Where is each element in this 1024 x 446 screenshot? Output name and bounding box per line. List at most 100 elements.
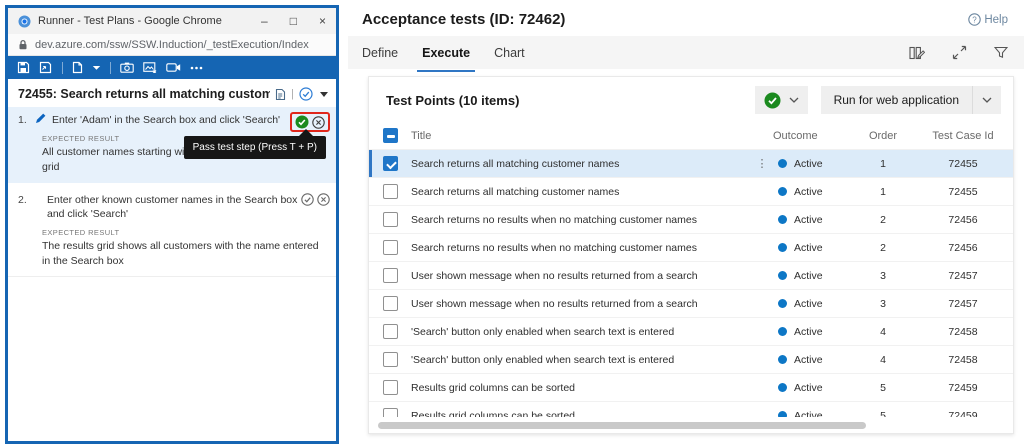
test-case-id-value: 72458	[913, 326, 1013, 338]
row-checkbox[interactable]	[383, 268, 398, 283]
row-title: Search returns all matching customer nam…	[411, 158, 751, 170]
row-checkbox[interactable]	[383, 156, 398, 171]
table-row[interactable]: Search returns all matching customer nam…	[369, 177, 1013, 205]
chrome-logo-icon	[18, 15, 31, 28]
chevron-down-icon[interactable]	[92, 65, 101, 71]
test-case-id-value: 72457	[913, 298, 1013, 310]
pass-step-button[interactable]	[295, 115, 309, 129]
chevron-down-icon	[982, 97, 992, 103]
table-row[interactable]: User shown message when no results retur…	[369, 261, 1013, 289]
lock-icon	[18, 39, 28, 50]
video-icon[interactable]	[166, 63, 181, 72]
horizontal-scrollbar	[369, 417, 1013, 433]
test-case-id-value: 72456	[913, 214, 1013, 226]
row-checkbox[interactable]	[383, 380, 398, 395]
run-options-dropdown[interactable]	[973, 97, 1001, 103]
outcome-label: Active	[794, 186, 823, 198]
svg-text:?: ?	[973, 15, 978, 24]
test-case-id-value: 72455	[913, 186, 1013, 198]
test-case-id-value: 72455	[913, 158, 1013, 170]
order-value: 5	[853, 382, 913, 394]
edit-columns-icon[interactable]	[909, 46, 925, 60]
filter-icon[interactable]	[994, 46, 1008, 59]
row-checkbox[interactable]	[383, 352, 398, 367]
address-bar[interactable]: dev.azure.com/ssw/SSW.Induction/_testExe…	[8, 34, 336, 56]
pass-step-tooltip: Pass test step (Press T + P)	[184, 136, 326, 159]
column-order[interactable]: Order	[853, 130, 913, 142]
expected-result-line: grid	[42, 160, 328, 175]
window-titlebar[interactable]: Runner - Test Plans - Google Chrome – □ …	[8, 8, 336, 34]
more-icon[interactable]	[190, 66, 203, 70]
test-case-header: 72455: Search returns all matching custo…	[8, 79, 336, 107]
outcome-dot-icon	[778, 383, 787, 392]
tab-chart[interactable]: Chart	[494, 36, 525, 69]
chevron-down-icon	[789, 97, 799, 103]
set-outcome-button[interactable]	[755, 86, 808, 114]
test-case-id-value: 72458	[913, 354, 1013, 366]
order-value: 4	[853, 326, 913, 338]
table-body: Search returns all matching customer nam…	[369, 149, 1013, 417]
horizontal-scrollbar-thumb[interactable]	[378, 422, 866, 429]
table-row[interactable]: 'Search' button only enabled when search…	[369, 317, 1013, 345]
run-for-web-application-button[interactable]: Run for web application	[821, 86, 1001, 114]
tab-bar: Define Execute Chart	[348, 36, 1024, 69]
test-case-id-value: 72459	[913, 410, 1013, 418]
row-checkbox[interactable]	[383, 184, 398, 199]
help-icon: ?	[968, 13, 981, 26]
table-row[interactable]: User shown message when no results retur…	[369, 289, 1013, 317]
test-case-id-value: 72459	[913, 382, 1013, 394]
row-more-menu-icon[interactable]: ⋮	[751, 157, 773, 170]
step-number: 1.	[18, 113, 30, 127]
table-row[interactable]: Search returns no results when no matchi…	[369, 233, 1013, 261]
row-title: 'Search' button only enabled when search…	[411, 354, 751, 366]
test-case-id-value: 72457	[913, 270, 1013, 282]
test-points-card: Test Points (10 items) Run for web appli…	[368, 76, 1014, 434]
outcome-label: Active	[794, 354, 823, 366]
row-checkbox[interactable]	[383, 240, 398, 255]
order-value: 1	[853, 186, 913, 198]
table-row[interactable]: Results grid columns can be sorted Activ…	[369, 373, 1013, 401]
new-document-icon[interactable]	[72, 61, 83, 74]
mark-outcome-icon[interactable]	[299, 87, 313, 101]
maximize-button[interactable]: □	[290, 15, 297, 27]
minimize-button[interactable]: –	[261, 15, 268, 27]
select-all-checkbox[interactable]	[383, 128, 398, 143]
document-icon[interactable]	[275, 88, 286, 101]
row-title: Search returns no results when no matchi…	[411, 214, 751, 226]
table-row[interactable]: Search returns no results when no matchi…	[369, 205, 1013, 233]
window-title: Runner - Test Plans - Google Chrome	[38, 15, 222, 27]
table-header: Title Outcome Order Test Case Id	[369, 122, 1013, 149]
table-row[interactable]: 'Search' button only enabled when search…	[369, 345, 1013, 373]
fullscreen-icon[interactable]	[952, 45, 967, 60]
page-title: Acceptance tests (ID: 72462)	[362, 11, 565, 28]
outcome-dropdown-caret-icon[interactable]	[320, 92, 328, 97]
order-value: 1	[853, 158, 913, 170]
fail-step-button[interactable]	[317, 193, 330, 206]
save-and-close-icon[interactable]	[39, 61, 53, 74]
row-checkbox[interactable]	[383, 296, 398, 311]
pass-step-button[interactable]	[301, 193, 314, 206]
table-row[interactable]: Search returns all matching customer nam…	[369, 149, 1013, 177]
outcome-dot-icon	[778, 355, 787, 364]
fail-step-button[interactable]	[312, 116, 325, 129]
test-step-1[interactable]: 1. Enter 'Adam' in the Search box and cl…	[8, 107, 336, 183]
row-checkbox[interactable]	[383, 408, 398, 417]
save-icon[interactable]	[17, 61, 30, 74]
tab-define[interactable]: Define	[362, 36, 398, 69]
close-button[interactable]: ×	[319, 15, 326, 27]
row-checkbox[interactable]	[383, 212, 398, 227]
outcome-label: Active	[794, 326, 823, 338]
outcome-label: Active	[794, 158, 823, 170]
column-outcome[interactable]: Outcome	[773, 130, 853, 142]
column-test-case-id[interactable]: Test Case Id	[913, 130, 1013, 142]
test-step-2[interactable]: 2. Enter other known customer names in t…	[8, 187, 336, 278]
column-title[interactable]: Title	[411, 130, 751, 142]
outcome-dot-icon	[778, 327, 787, 336]
camera-icon[interactable]	[120, 62, 134, 73]
screenshot-icon[interactable]	[143, 62, 157, 73]
help-link[interactable]: ? Help	[968, 13, 1008, 26]
table-row[interactable]: Results grid columns can be sorted Activ…	[369, 401, 1013, 417]
outcome-dot-icon	[778, 271, 787, 280]
row-checkbox[interactable]	[383, 324, 398, 339]
tab-execute[interactable]: Execute	[422, 36, 470, 69]
